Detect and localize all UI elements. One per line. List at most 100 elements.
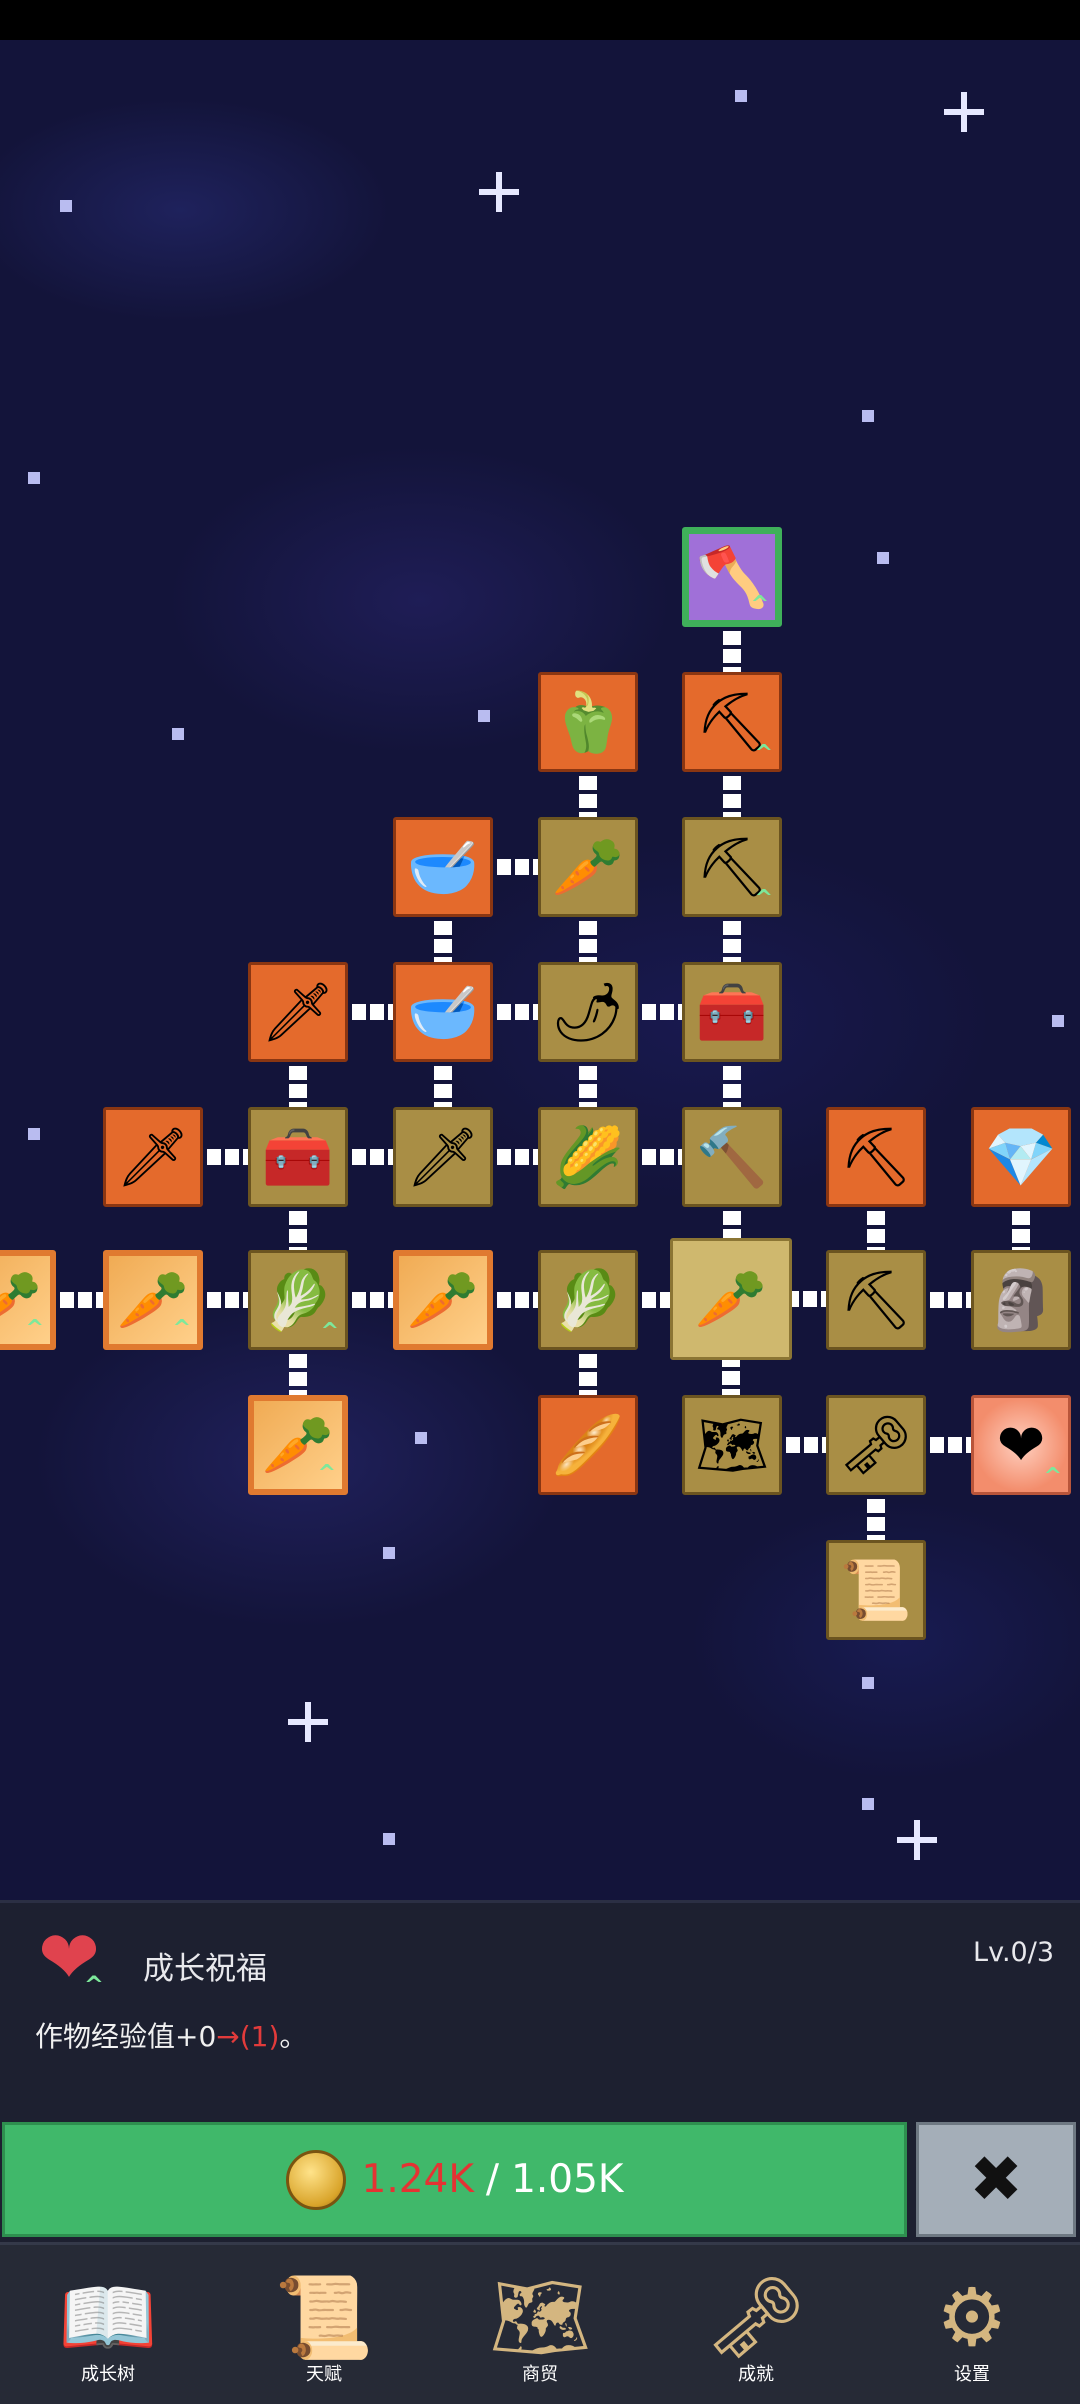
skill-desc-next: →(1) <box>216 2020 280 2053</box>
tab-trade[interactable]: 🗺 商贸 <box>432 2245 648 2404</box>
carrot-icon: 🥕 <box>406 1266 480 1334</box>
bowl-icon: 🥣 <box>406 833 480 901</box>
gear-icon: ⚙ <box>936 2271 1008 2364</box>
chest-icon: 🧰 <box>261 1123 335 1191</box>
key-icon: 🗝 <box>705 2271 807 2364</box>
scroll-icon: 📜 <box>839 1556 913 1624</box>
skill-description: 作物经验值+0→(1)。 <box>35 2015 307 2055</box>
skill-node-pickaxe-2[interactable]: ⛏ <box>826 1250 926 1350</box>
skill-node-statue[interactable]: 🗿 <box>971 1250 1071 1350</box>
sword-icon: 🗡 <box>406 1123 480 1191</box>
star <box>383 1833 395 1845</box>
status-bar <box>0 0 1080 40</box>
close-button[interactable]: ✖ <box>916 2122 1076 2237</box>
skill-tree-canvas[interactable]: 🪓 ^ 🫑 ⛏ ^ 🥣 🥕 ⛏ ^ 🗡 🥣 🌶 🧰 🗡 🧰 🗡 🌽 🔨 ⛏ 💎 🥕 ^ 🥕 ^ 🥬 ^ 🥕 🥬 🥕 ⛏ 🗿 🥕 ^ 🥖 🗺 🗝 ❤ ^ 📜 <box>0 40 1080 1900</box>
tab-growth-tree[interactable]: 📖 成长树 <box>0 2245 216 2404</box>
upgrade-arrow-icon: ^ <box>317 1461 336 1486</box>
skill-node-shovel-top[interactable]: 🪓 ^ <box>682 527 782 627</box>
star <box>415 1432 427 1444</box>
tab-achievement[interactable]: 🗝 成就 <box>648 2245 864 2404</box>
radish-icon: 🥕 <box>551 833 625 901</box>
bottom-nav: 📖 成长树 📜 天赋 🗺 商贸 🗝 成就 ⚙ 设置 <box>0 2242 1080 2404</box>
heart-icon: ❤ ^ <box>38 1915 105 2001</box>
crystal-icon: 💎 <box>984 1123 1058 1191</box>
upgrade-arrow-icon: ^ <box>754 886 773 911</box>
skill-node-parsnip[interactable]: 🥖 <box>538 1395 638 1495</box>
skill-title: 成长祝福 <box>143 1951 267 1987</box>
tab-label: 成就 <box>738 2364 774 2385</box>
skill-node-chest-2[interactable]: 🧰 <box>248 1107 348 1207</box>
skill-node-crystal[interactable]: 💎 <box>971 1107 1071 1207</box>
pickaxe-icon: ⛏ <box>839 1266 913 1334</box>
star <box>862 410 874 422</box>
parsnip-icon: 🥖 <box>551 1411 625 1479</box>
sparkle-star <box>479 172 519 212</box>
skill-node-bowl-2[interactable]: 🥣 <box>393 962 493 1062</box>
chili-icon: 🌶 <box>551 978 625 1046</box>
skill-node-scroll[interactable]: 📜 <box>826 1540 926 1640</box>
skill-node-carrot-center[interactable]: 🥕 <box>670 1238 792 1360</box>
hoe-icon: 🔨 <box>695 1123 769 1191</box>
gold-sword-icon: 🗡 <box>261 978 335 1046</box>
skill-node-shovel-2[interactable]: ⛏ ^ <box>682 672 782 772</box>
sparkle-star <box>897 1820 937 1860</box>
cost-separator: / <box>485 2157 500 2202</box>
tab-settings[interactable]: ⚙ 设置 <box>864 2245 1080 2404</box>
skill-node-carrot-3[interactable]: 🥕 ^ <box>248 1395 348 1495</box>
upgrade-arrow-icon: ^ <box>25 1316 44 1341</box>
statue-icon: 🗿 <box>984 1266 1058 1334</box>
star <box>28 1128 40 1140</box>
star <box>862 1798 874 1810</box>
coin-icon <box>285 2149 346 2210</box>
skill-node-iron-sword[interactable]: 🗡 <box>103 1107 203 1207</box>
skill-node-chest-1[interactable]: 🧰 <box>682 962 782 1062</box>
skill-node-carrot-2[interactable]: 🥕 <box>393 1250 493 1350</box>
coin-balance: 1.05K <box>511 2157 624 2202</box>
skill-desc-prefix: 作物经验值+0 <box>35 2020 217 2053</box>
map-icon: 🗺 <box>489 2271 591 2364</box>
sparkle-star <box>288 1702 328 1742</box>
skill-node-map[interactable]: 🗺 <box>682 1395 782 1495</box>
skill-node-chili[interactable]: 🌶 <box>538 962 638 1062</box>
scroll-icon: 📜 <box>274 2271 374 2364</box>
skill-node-corn[interactable]: 🌽 <box>538 1107 638 1207</box>
corn-icon: 🌽 <box>551 1123 625 1191</box>
map-icon: 🗺 <box>695 1411 769 1479</box>
upgrade-button[interactable]: 1.24K / 1.05K <box>2 2122 907 2237</box>
star <box>172 728 184 740</box>
heart-icon: ❤ <box>996 1411 1046 1479</box>
tab-label: 成长树 <box>81 2364 135 2385</box>
skill-node-shovel-3[interactable]: ⛏ ^ <box>682 817 782 917</box>
skill-node-pickaxe-1[interactable]: ⛏ <box>826 1107 926 1207</box>
skill-node-cabbage-2[interactable]: 🥬 <box>538 1250 638 1350</box>
skill-node-bowl-1[interactable]: 🥣 <box>393 817 493 917</box>
skill-node-carrot-1[interactable]: 🥕 ^ <box>103 1250 203 1350</box>
tab-label: 设置 <box>954 2364 990 2385</box>
skill-node-hoe[interactable]: 🔨 <box>682 1107 782 1207</box>
star <box>60 200 72 212</box>
skill-level: Lv.0/3 <box>973 1937 1054 1968</box>
skill-node-carrot-edge[interactable]: 🥕 ^ <box>0 1250 56 1350</box>
star <box>28 472 40 484</box>
upgrade-arrow-icon: ^ <box>83 1971 105 1999</box>
star <box>877 552 889 564</box>
skill-node-key[interactable]: 🗝 <box>826 1395 926 1495</box>
skill-node-pepper[interactable]: 🫑 <box>538 672 638 772</box>
skill-node-cabbage-1[interactable]: 🥬 ^ <box>248 1250 348 1350</box>
carrot-root-icon: 🥕 <box>694 1265 768 1333</box>
upgrade-arrow-icon: ^ <box>320 1319 339 1344</box>
tab-label: 天赋 <box>306 2364 342 2385</box>
upgrade-arrow-icon: ^ <box>1043 1464 1062 1489</box>
skill-node-radish[interactable]: 🥕 <box>538 817 638 917</box>
skill-node-heart[interactable]: ❤ ^ <box>971 1395 1071 1495</box>
bowl-icon: 🥣 <box>406 978 480 1046</box>
tab-talent[interactable]: 📜 天赋 <box>216 2245 432 2404</box>
chest-icon: 🧰 <box>695 978 769 1046</box>
upgrade-arrow-icon: ^ <box>750 592 769 617</box>
skill-node-gold-sword[interactable]: 🗡 <box>248 962 348 1062</box>
book-icon: 📖 <box>58 2271 158 2364</box>
star <box>862 1677 874 1689</box>
pickaxe-icon: ⛏ <box>839 1123 913 1191</box>
skill-node-sword[interactable]: 🗡 <box>393 1107 493 1207</box>
star <box>735 90 747 102</box>
